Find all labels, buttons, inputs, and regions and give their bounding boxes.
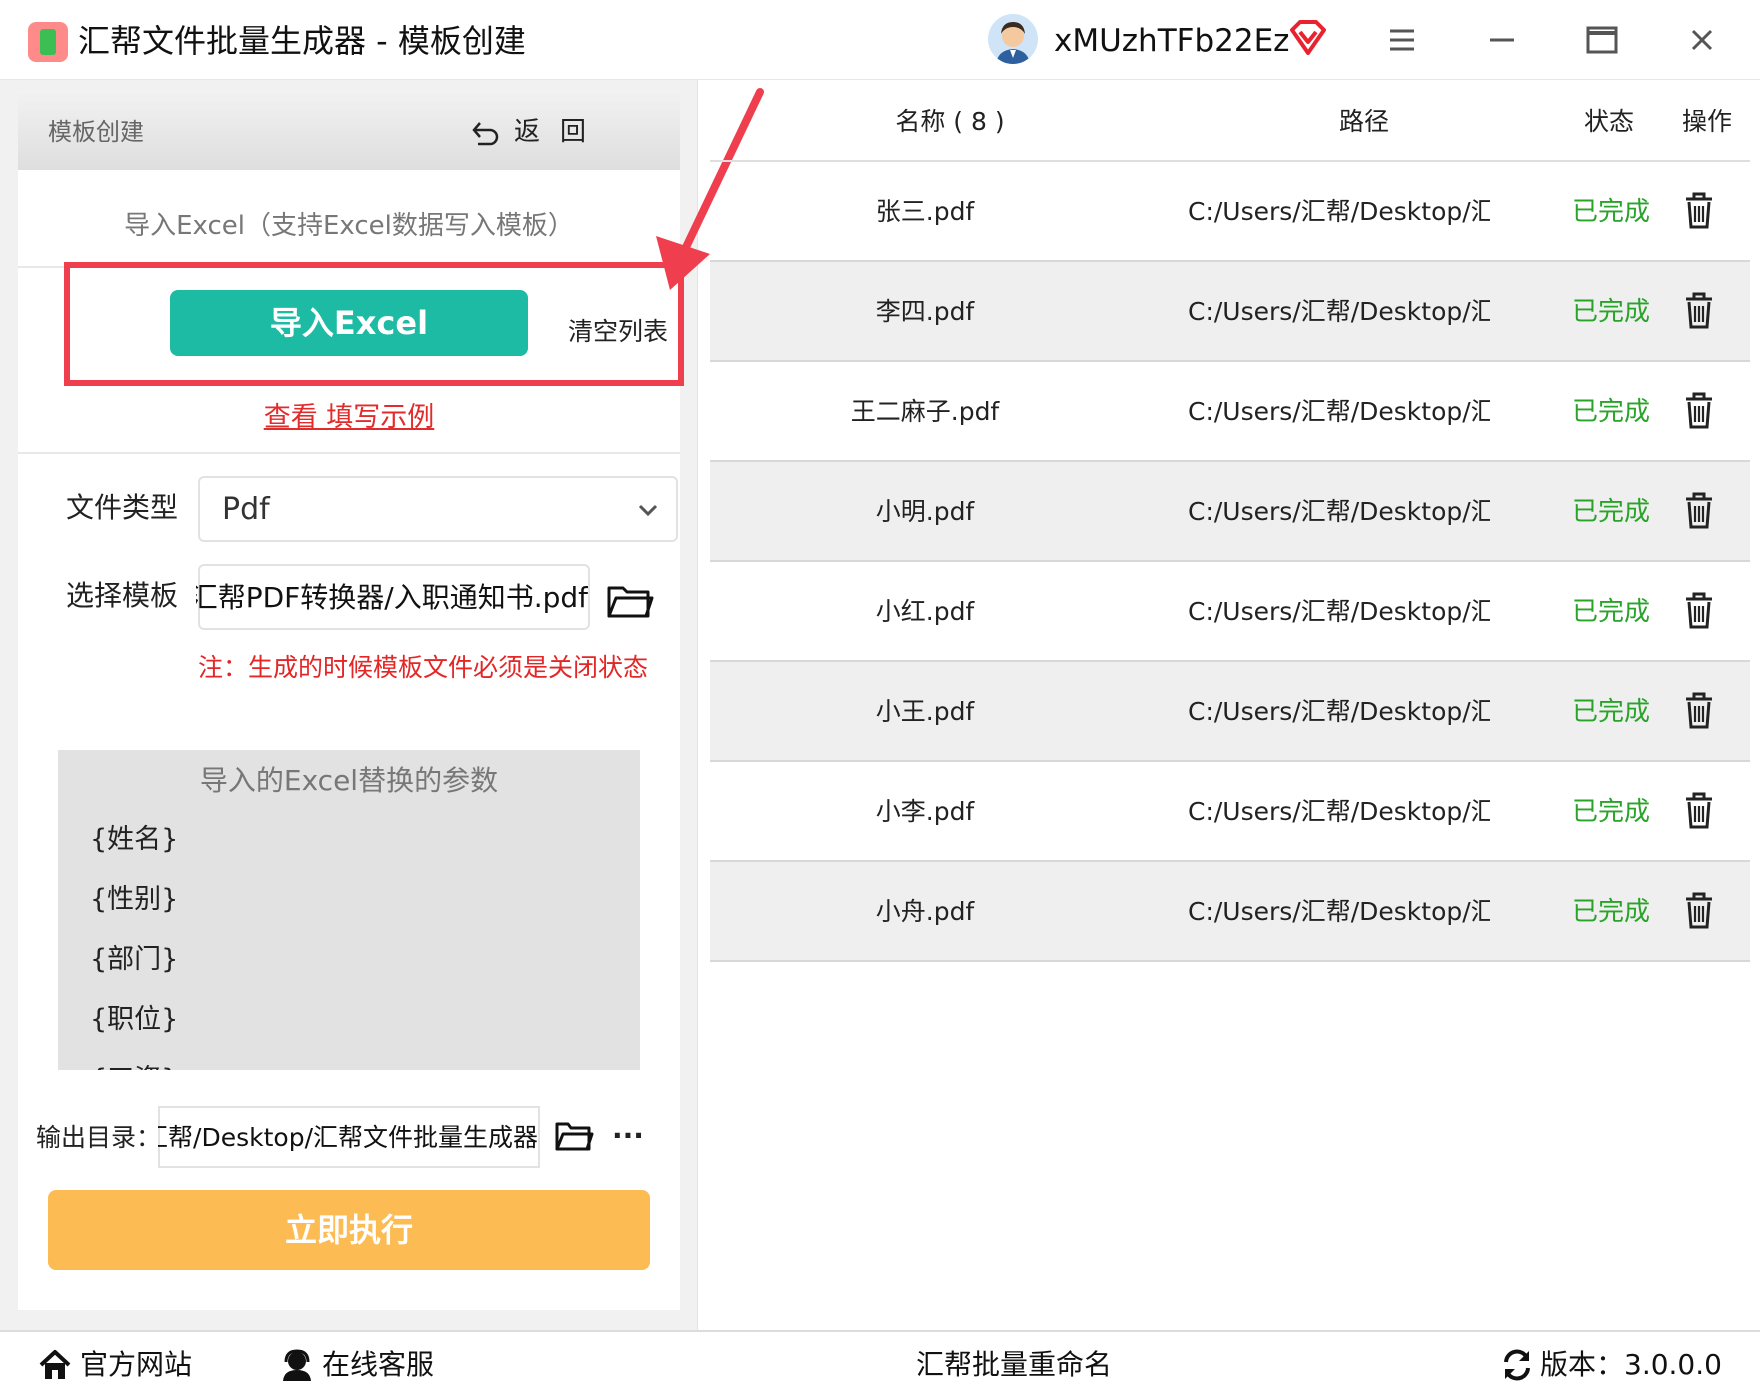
row-file-name: 张三.pdf xyxy=(875,197,975,226)
trash-icon[interactable] xyxy=(1682,390,1716,430)
row-file-path: C:/Users/汇帮/Desktop/汇帮文件 xyxy=(1188,697,1490,726)
row-file-name: 小红.pdf xyxy=(875,597,975,626)
back-arrow-icon[interactable] xyxy=(470,118,500,148)
maximize-icon[interactable] xyxy=(1580,18,1624,62)
param-item: {姓名} xyxy=(90,824,179,855)
param-item: {职位} xyxy=(90,1004,179,1035)
home-icon[interactable] xyxy=(38,1348,72,1382)
trash-icon[interactable] xyxy=(1682,490,1716,530)
column-header-path: 路径 xyxy=(1338,107,1389,136)
column-header-name[interactable]: 名称 ( 8 ) xyxy=(880,100,1020,144)
row-file-name: 小舟.pdf xyxy=(875,897,975,926)
params-title: 导入的Excel替换的参数 xyxy=(199,764,499,797)
row-file-path: C:/Users/汇帮/Desktop/汇帮文件 xyxy=(1188,597,1490,626)
table-row[interactable]: 小舟.pdf C:/Users/汇帮/Desktop/汇帮文件 已完成 xyxy=(710,862,1750,962)
vip-diamond-icon[interactable] xyxy=(1288,20,1328,56)
row-file-name: 王二麻子.pdf xyxy=(850,397,1000,426)
row-file-path: C:/Users/汇帮/Desktop/汇帮文件 xyxy=(1188,497,1490,526)
trash-icon[interactable] xyxy=(1682,590,1716,630)
row-status-badge: 已完成 xyxy=(1572,697,1651,727)
table-row[interactable]: 李四.pdf C:/Users/汇帮/Desktop/汇帮文件 已完成 xyxy=(710,262,1750,362)
table-row[interactable]: 小王.pdf C:/Users/汇帮/Desktop/汇帮文件 已完成 xyxy=(710,662,1750,762)
row-file-name: 小明.pdf xyxy=(875,497,975,526)
trash-icon[interactable] xyxy=(1682,790,1716,830)
official-website-link[interactable]: 官方网站 xyxy=(80,1342,192,1388)
param-item: {性别} xyxy=(90,884,179,915)
param-item: {部门} xyxy=(90,944,179,975)
row-status-badge: 已完成 xyxy=(1572,297,1651,327)
status-bar xyxy=(0,1330,1760,1400)
row-file-path: C:/Users/汇帮/Desktop/汇帮文件 xyxy=(1188,797,1490,826)
template-path-value: 汇帮PDF转换器/入职通知书.pdf xyxy=(196,581,588,614)
close-icon[interactable] xyxy=(1680,18,1724,62)
panel-header-title: 模板创建 xyxy=(48,118,144,146)
column-header-op: 操作 xyxy=(1681,107,1732,136)
row-file-name: 小李.pdf xyxy=(875,797,975,826)
row-status-badge: 已完成 xyxy=(1572,597,1651,627)
file-type-value: Pdf xyxy=(222,492,270,527)
table-row[interactable]: 小红.pdf C:/Users/汇帮/Desktop/汇帮文件 已完成 xyxy=(710,562,1750,662)
row-file-name: 小王.pdf xyxy=(875,697,975,726)
row-file-path: C:/Users/汇帮/Desktop/汇帮文件 xyxy=(1188,197,1490,226)
file-type-select[interactable] xyxy=(198,476,678,542)
table-row[interactable]: 王二麻子.pdf C:/Users/汇帮/Desktop/汇帮文件 已完成 xyxy=(710,362,1750,462)
warning-note: 注：生成的时候模板文件必须是关闭状态 xyxy=(198,653,649,682)
menu-icon[interactable] xyxy=(1380,18,1424,62)
trash-icon[interactable] xyxy=(1682,890,1716,930)
divider xyxy=(18,452,680,454)
view-example-link[interactable]: 查看 填写示例 xyxy=(18,396,680,440)
row-file-path: C:/Users/汇帮/Desktop/汇帮文件 xyxy=(1188,397,1490,426)
version-label: 版本：3.0.0.0 xyxy=(1540,1348,1722,1381)
execute-button[interactable]: 立即执行 xyxy=(48,1190,650,1270)
trash-icon[interactable] xyxy=(1682,190,1716,230)
more-options-button[interactable]: ··· xyxy=(606,1114,650,1158)
row-status-badge: 已完成 xyxy=(1572,497,1651,527)
param-item: {工资} xyxy=(90,1058,178,1070)
folder-open-icon[interactable] xyxy=(554,1118,594,1154)
trash-icon[interactable] xyxy=(1682,290,1716,330)
row-file-name: 李四.pdf xyxy=(875,297,975,326)
clear-list-button[interactable]: 清空列表 xyxy=(568,312,668,352)
back-button[interactable]: 返回 xyxy=(514,110,606,154)
params-overflow-clip: {工资} xyxy=(58,1048,640,1070)
output-dir-label: 输出目录： xyxy=(36,1123,162,1152)
row-status-badge: 已完成 xyxy=(1572,397,1651,427)
chevron-down-icon[interactable] xyxy=(634,496,662,524)
window-title: 汇帮文件批量生成器 - 模板创建 xyxy=(78,22,526,60)
table-row[interactable]: 张三.pdf C:/Users/汇帮/Desktop/汇帮文件 已完成 xyxy=(710,162,1750,262)
row-file-path: C:/Users/汇帮/Desktop/汇帮文件 xyxy=(1188,297,1490,326)
import-hint: 导入Excel（支持Excel数据写入模板） xyxy=(124,211,574,241)
row-status-badge: 已完成 xyxy=(1572,897,1651,927)
column-header-status: 状态 xyxy=(1583,107,1634,136)
support-agent-icon[interactable] xyxy=(280,1348,314,1382)
row-file-path: C:/Users/汇帮/Desktop/汇帮文件 xyxy=(1188,897,1490,926)
online-support-link[interactable]: 在线客服 xyxy=(322,1342,434,1388)
output-dir-value: 汇帮/Desktop/汇帮文件批量生成器 xyxy=(158,1123,538,1152)
batch-rename-link[interactable]: 汇帮批量重命名 xyxy=(916,1342,1112,1388)
import-excel-button[interactable]: 导入Excel xyxy=(170,290,528,356)
app-logo-icon xyxy=(28,22,68,62)
minimize-icon[interactable] xyxy=(1480,18,1524,62)
avatar[interactable] xyxy=(988,14,1038,64)
table-row[interactable]: 小明.pdf C:/Users/汇帮/Desktop/汇帮文件 已完成 xyxy=(710,462,1750,562)
template-label: 选择模板 xyxy=(66,579,179,612)
file-type-label: 文件类型 xyxy=(66,491,179,524)
trash-icon[interactable] xyxy=(1682,690,1716,730)
row-status-badge: 已完成 xyxy=(1572,197,1651,227)
folder-open-icon[interactable] xyxy=(606,580,654,622)
row-status-badge: 已完成 xyxy=(1572,797,1651,827)
table-row[interactable]: 小李.pdf C:/Users/汇帮/Desktop/汇帮文件 已完成 xyxy=(710,762,1750,862)
username[interactable]: xMUzhTFb22Ez xyxy=(1054,18,1289,64)
refresh-icon[interactable] xyxy=(1500,1348,1534,1382)
